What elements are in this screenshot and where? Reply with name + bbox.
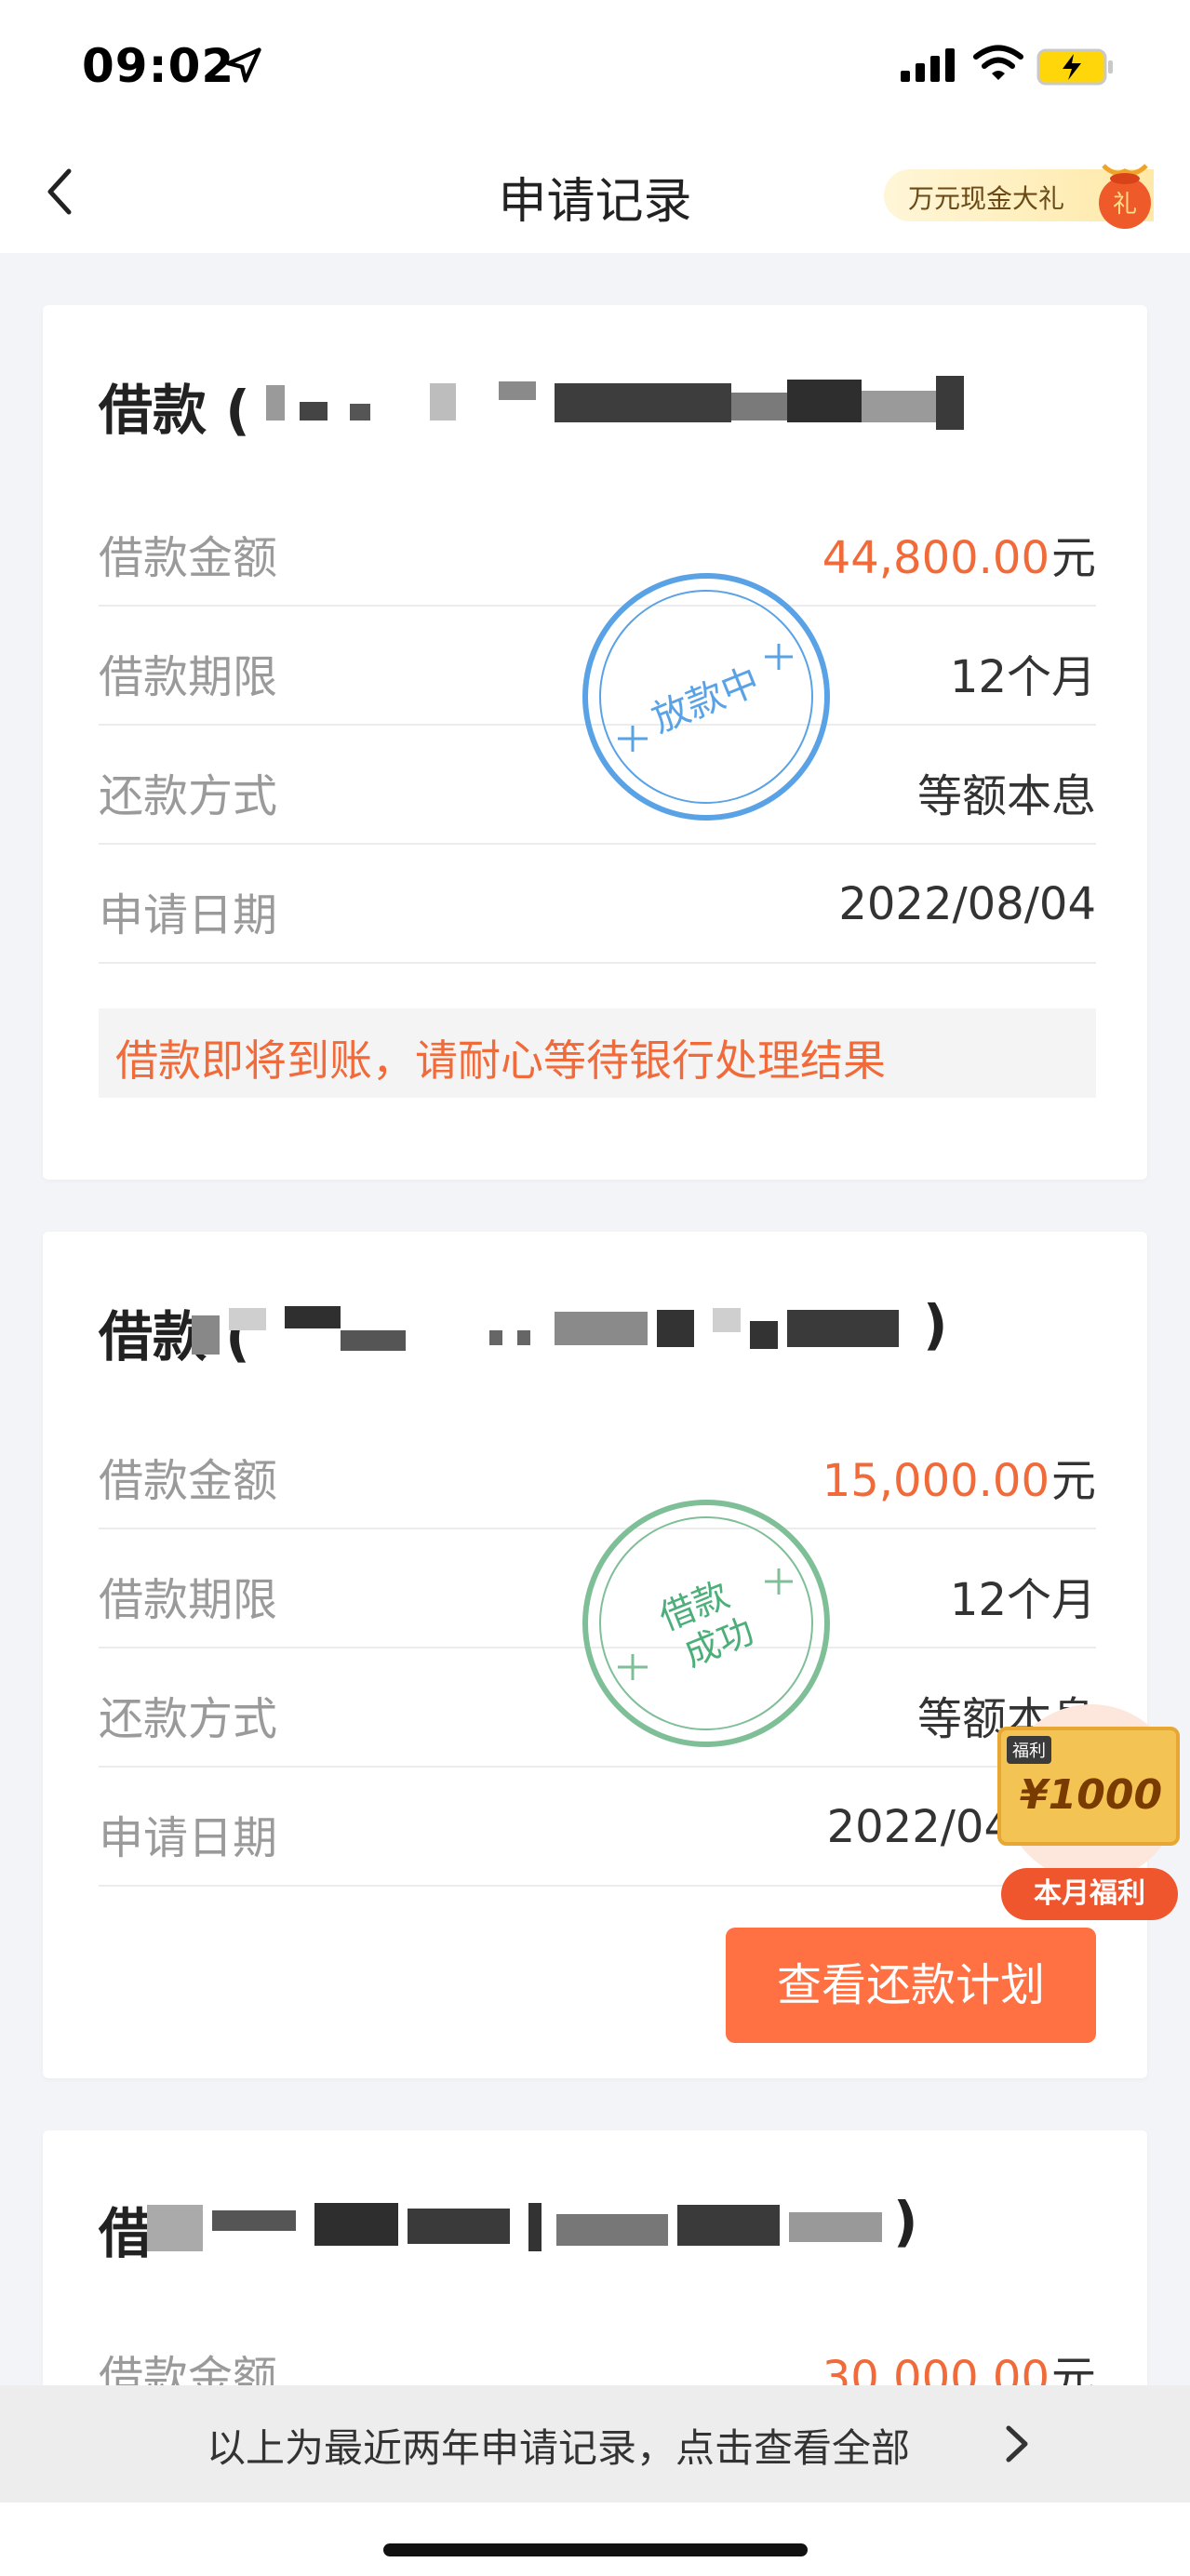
loan-amount: 44,800.00 [822, 532, 1050, 584]
row-label: 申请日期 [99, 889, 278, 941]
gift-char: 礼 [1113, 191, 1137, 219]
home-indicator-area [0, 2503, 1190, 2576]
row-label: 申请日期 [99, 1812, 278, 1864]
row-value: 15,000.00元 [822, 1444, 1096, 1509]
view-all-records-bar[interactable]: 以上为最近两年申请记录，点击查看全部 [0, 2385, 1190, 2503]
row-label: 还款方式 [99, 1693, 278, 1745]
loan-record-card[interactable]: 借款 ( 借款金额 44,800.00元 借款期限 12个月 还款方式 等额本息… [43, 305, 1147, 1180]
redacted-loan-number [266, 376, 973, 430]
coupon-tag: 福利 [1007, 1736, 1051, 1764]
loan-amount: 15,000.00 [822, 1455, 1050, 1507]
stamp-text: 放款中 [646, 660, 765, 741]
nav-bar: 申请记录 万元现金大礼 礼 [0, 130, 1190, 253]
notice-text: 借款即将到账，请耐心等待银行处理结果 [115, 1035, 886, 1086]
currency-unit: 元 [1050, 1455, 1096, 1507]
gift-bag-icon: 礼 [1099, 164, 1151, 229]
chevron-right-icon [1006, 2425, 1028, 2463]
row-value: 44,800.00元 [822, 521, 1096, 586]
status-bar: 09:02 [0, 0, 1190, 130]
welfare-label: 本月福利 [1001, 1868, 1178, 1920]
wifi-icon [973, 45, 1023, 80]
monthly-welfare-badge[interactable]: 福利 ¥1000 本月福利 [984, 1704, 1189, 1928]
row-value: 12个月 [949, 651, 1096, 703]
redacted-loan-number [147, 2199, 891, 2253]
currency-unit: 元 [1050, 532, 1096, 584]
row-label: 借款金额 [99, 1455, 278, 1507]
status-time: 09:02 [82, 39, 235, 93]
loan-title: 借款 ( [99, 379, 250, 442]
row-value: 12个月 [949, 1574, 1096, 1626]
loan-title: 借 [99, 2202, 154, 2265]
loan-title-end: ) [893, 2190, 918, 2253]
row-label: 借款金额 [99, 532, 278, 584]
apply-date-row: 申请日期 2022/04 [99, 1768, 1096, 1887]
disbursing-stamp: 放款中 [582, 573, 830, 821]
location-arrow-icon [226, 47, 261, 83]
battery-charging-icon [1036, 48, 1113, 86]
row-label: 还款方式 [99, 770, 278, 822]
coupon-value: ¥1000 [1020, 1771, 1163, 1819]
cash-gift-promo-banner[interactable]: 万元现金大礼 礼 [884, 164, 1154, 229]
row-label: 借款期限 [99, 1574, 278, 1626]
status-notice: 借款即将到账，请耐心等待银行处理结果 [99, 1008, 1096, 1098]
loan-title-end: ) [923, 1293, 948, 1356]
cellular-signal-icon [901, 48, 955, 82]
row-value: 2022/08/04 [838, 878, 1096, 930]
loan-success-stamp: 借款 成功 [582, 1500, 830, 1747]
row-label: 借款期限 [99, 651, 278, 703]
footer-text: 以上为最近两年申请记录，点击查看全部 [206, 2425, 910, 2471]
view-repayment-plan-button[interactable]: 查看还款计划 [726, 1928, 1096, 2043]
apply-date-row: 申请日期 2022/08/04 [99, 845, 1096, 964]
loan-record-card[interactable]: 借款 ( ) 借款金额 15,000.00元 借款期限 12个月 还款方式 等额… [43, 1232, 1147, 2078]
promo-text: 万元现金大礼 [908, 183, 1065, 214]
coupon-card: 福利 ¥1000 [997, 1727, 1180, 1846]
redacted-loan-number [192, 1302, 899, 1356]
row-value: 等额本息 [916, 770, 1096, 822]
home-indicator[interactable] [383, 2543, 808, 2556]
